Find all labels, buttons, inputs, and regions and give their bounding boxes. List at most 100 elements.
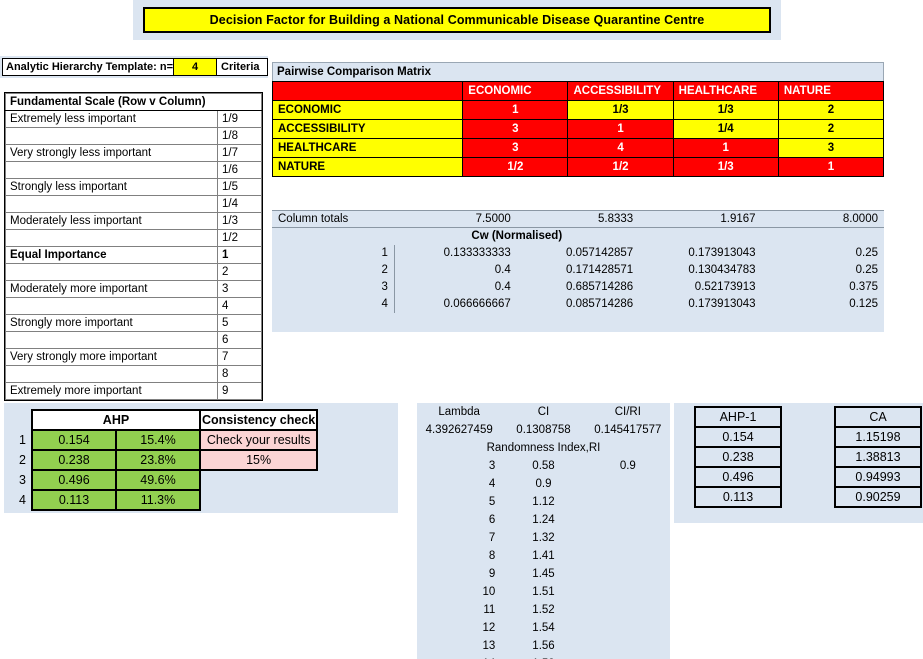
pcm-cell[interactable]: 1/2 [567,157,674,177]
cw-row-index: 3 [272,278,395,296]
pcm-cell[interactable]: 1/2 [462,157,569,177]
ahp1-value: 0.496 [694,466,782,488]
scale-row-label [5,195,218,213]
scale-row-label [5,229,218,247]
ci-ri-value: 0.145417577 [594,424,662,436]
ri-selected-value [586,565,670,583]
ahp-row: 2 0.238 23.8% 15% [18,449,319,471]
cw-value: 0.085714286 [566,298,634,310]
ri-selected-value [586,619,670,637]
consistency-header-label: Consistency check [198,409,319,431]
column-total-value: 1.9167 [639,210,762,228]
pcm-cell[interactable]: 3 [462,138,569,158]
ahp-row-index: 3 [19,473,26,487]
template-box: Analytic Hierarchy Template: n= 4 Criter… [2,58,268,76]
ri-index-value: 1.54 [532,622,555,634]
ri-row: 6 1.24 [417,511,670,529]
fundamental-scale-grid: Fundamental Scale (Row v Column) Extremel… [5,93,262,400]
pcm-row: HEALTHCARE 3 4 1 3 [271,138,885,158]
column-total-value: 8.0000 [761,210,884,228]
pcm-cell[interactable]: 2 [777,119,885,139]
scale-row-value: 1/2 [217,229,262,247]
pcm-cell[interactable]: 1 [567,119,674,139]
ri-n-value: 6 [488,514,496,526]
ahp1-row: 0.238 [694,446,782,468]
ahp-row-index: 1 [19,433,26,447]
fundamental-scale-table: Fundamental Scale (Row v Column) Extremel… [4,92,263,401]
pcm-column-header: ECONOMIC [462,81,569,101]
scale-row-label: Very strongly more important [5,348,218,366]
cw-value: 0.173913043 [688,298,756,310]
pairwise-matrix-title: Pairwise Comparison Matrix [272,62,884,81]
cw-value: 0.173913043 [688,247,756,259]
pcm-cell[interactable]: 1/3 [672,100,779,120]
ri-row: 7 1.32 [417,529,670,547]
ri-selected-value [586,547,670,565]
ca-table: CA 1.15198 1.38813 0.94993 0.90259 [834,406,922,508]
lambda-label: Lambda [438,406,480,418]
pcm-cell[interactable]: 1/3 [567,100,674,120]
scale-row: 2 [5,263,262,281]
criteria-count-input[interactable]: 4 [173,59,217,75]
pcm-cell[interactable]: 4 [567,138,674,158]
cw-row-index: 4 [272,295,395,313]
scale-row-label: Moderately more important [5,280,218,298]
pcm-cell[interactable]: 1 [672,138,779,158]
ci-label: CI [537,406,550,418]
ri-n-value: 12 [482,622,496,634]
ahp1-header-label: AHP-1 [694,406,782,428]
pcm-cell[interactable]: 1/3 [672,157,779,177]
column-total-value: 5.8333 [516,210,640,228]
cw-title-pad [639,228,761,245]
consistency-percent: 15% [198,449,319,471]
cw-row-index: 1 [272,244,395,262]
scale-header-label: Fundamental Scale (Row v Column) [5,93,262,111]
pcm-cell[interactable]: 3 [777,138,885,158]
scale-row-label [5,365,218,383]
ahp1-value: 0.154 [694,426,782,448]
cw-title-pad2 [762,228,884,245]
scale-row-value: 1/9 [217,110,262,128]
cw-row: 2 0.4 0.171428571 0.130434783 0.25 [272,261,884,279]
scale-row-value: 1 [217,246,262,264]
ri-selected-value: 0.9 [619,460,636,472]
ri-n-value: 4 [488,478,496,490]
ri-index-value: 1.41 [532,550,555,562]
pcm-cell[interactable]: 2 [777,100,885,120]
pcm-cell[interactable]: 1/4 [672,119,779,139]
ahp-weight-value: 0.496 [31,469,117,491]
ri-selected-value [586,475,670,493]
criteria-unit-label: Criteria [221,61,260,73]
ri-row: 11 1.52 [417,601,670,619]
ri-header-row: Lambda CI CI/RI [417,403,670,421]
ca-row: 0.90259 [834,486,922,508]
ri-row: 9 1.45 [417,565,670,583]
pcm-cell[interactable]: 3 [462,119,569,139]
column-totals-row: Column totals 7.5000 5.8333 1.9167 8.0000 [272,210,884,228]
scale-row: Moderately less important 1/3 [5,212,262,230]
pairwise-comparison-matrix: Pairwise Comparison Matrix ECONOMIC ACCES… [271,62,885,177]
ri-row: 13 1.56 [417,637,670,655]
cw-row: 1 0.133333333 0.057142857 0.173913043 0.25 [272,244,884,262]
cw-value: 0.130434783 [688,264,756,276]
scale-row: Very strongly less important 1/7 [5,144,262,162]
scale-row-value: 3 [217,280,262,298]
pcm-cell[interactable]: 1 [777,157,885,177]
ri-index-value: 1.52 [532,604,555,616]
ri-index-value: 1.45 [532,568,555,580]
analytic-hierarchy-template-strip: Analytic Hierarchy Template: n= 4 Criter… [0,56,268,78]
scale-row: Moderately more important 3 [5,280,262,298]
scale-row-label [5,297,218,315]
cw-value: 0.375 [849,281,878,293]
column-totals-grid: Column totals 7.5000 5.8333 1.9167 8.0000 Cw … [272,210,884,313]
ahp-weight-value: 0.154 [31,429,117,451]
cw-row-index: 2 [272,261,395,279]
scale-row: 8 [5,365,262,383]
pcm-cell[interactable]: 1 [462,100,569,120]
column-total-value: 7.5000 [394,210,517,228]
ri-index-value: 0.58 [532,460,555,472]
ri-selected-value [586,583,670,601]
template-label: Analytic Hierarchy Template: n= [6,61,173,73]
scale-row: Equal Importance 1 [5,246,262,264]
ahp-index-spacer [18,410,32,430]
